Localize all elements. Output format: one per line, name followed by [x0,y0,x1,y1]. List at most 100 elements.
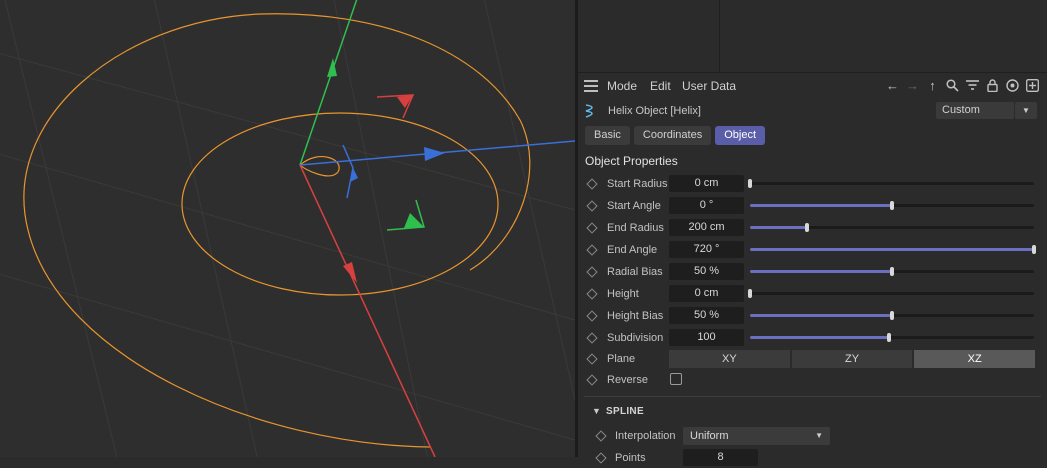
chevron-down-icon[interactable]: ▼ [592,406,601,416]
property-label: Height [607,288,639,300]
menu-edit[interactable]: Edit [650,79,671,93]
helix-middle-loop [181,112,499,296]
keyframe-diamond-icon[interactable] [586,200,598,212]
viewport-3d[interactable] [0,0,575,457]
height-slider[interactable] [748,289,1034,298]
property-points: Points 8 [586,448,1047,468]
plane-segmented-control: XY ZY XZ [669,350,1036,368]
keyframe-diamond-icon[interactable] [586,266,598,278]
keyframe-diamond-icon[interactable] [595,430,607,442]
property-height-bias: Height Bias 50 % [578,306,1047,326]
search-icon[interactable] [944,77,961,94]
add-icon[interactable] [1024,77,1041,94]
end-radius-slider[interactable] [750,223,1034,232]
property-label: Start Angle [607,200,661,212]
interpolation-value: Uniform [690,430,729,442]
property-plane: Plane XY ZY XZ [578,349,1047,369]
radial-bias-field[interactable]: 50 % [669,263,744,280]
keyframe-diamond-icon[interactable] [586,353,598,365]
spline-group-header[interactable]: ▼ SPLINE [592,406,644,417]
end-radius-field[interactable]: 200 cm [669,219,744,236]
spline-header-label: SPLINE [606,406,644,417]
property-label: Plane [607,353,636,365]
property-label: Start Radius [607,178,668,190]
keyframe-diamond-icon[interactable] [586,332,598,344]
keyframe-diamond-icon[interactable] [586,244,598,256]
keyframe-diamond-icon[interactable] [586,222,598,234]
slider-handle[interactable] [748,179,752,188]
z-axis-arrow-icon[interactable] [343,262,357,283]
start-radius-field[interactable]: 0 cm [669,175,744,192]
reverse-checkbox[interactable] [670,373,682,385]
keyframe-diamond-icon[interactable] [586,288,598,300]
subdivision-slider[interactable] [750,333,1034,342]
keyframe-diamond-icon[interactable] [586,310,598,322]
property-radial-bias: Radial Bias 50 % [578,262,1047,282]
plane-option-xz[interactable]: XZ [914,350,1036,368]
property-end-angle: End Angle 720 ° [578,240,1047,260]
filter-icon[interactable] [964,77,981,94]
up-arrow-icon[interactable]: ↑ [924,77,941,94]
tab-object[interactable]: Object [715,126,766,145]
empty-manager-area [578,0,1047,73]
section-title: Object Properties [585,154,678,168]
property-reverse: Reverse [578,370,1047,390]
slider-handle[interactable] [890,267,894,276]
plane-option-xy[interactable]: XY [669,350,790,368]
keyframe-diamond-icon[interactable] [595,452,607,464]
keyframe-diamond-icon[interactable] [586,374,598,386]
height-field[interactable]: 0 cm [669,285,744,302]
height-bias-slider[interactable] [750,311,1034,320]
tab-basic[interactable]: Basic [585,126,630,145]
radial-bias-slider[interactable] [750,267,1034,276]
end-angle-field[interactable]: 720 ° [669,241,744,258]
slider-handle[interactable] [748,289,752,298]
property-label: Radial Bias [607,266,663,278]
points-field[interactable]: 8 [683,449,758,466]
property-height: Height 0 cm [578,284,1047,304]
lock-icon[interactable] [984,77,1001,94]
slider-handle[interactable] [887,333,892,342]
subdivision-field[interactable]: 100 [669,329,744,346]
toolbar-icons: ← → ↑ [884,77,1041,94]
property-label: Points [615,452,646,464]
slider-handle[interactable] [1032,245,1036,254]
x-axis-arrow-icon[interactable] [424,147,445,161]
plane-option-zy[interactable]: ZY [791,350,913,368]
property-label: End Radius [607,222,664,234]
hamburger-menu-icon[interactable] [584,80,598,92]
height-bias-field[interactable]: 50 % [669,307,744,324]
attribute-menubar: Mode Edit User Data ← → ↑ [578,74,1047,98]
tab-coordinates[interactable]: Coordinates [633,126,712,145]
attribute-tabs: Basic Coordinates Object [585,126,766,146]
start-radius-slider[interactable] [748,179,1034,188]
layout-dropdown[interactable]: Custom [936,102,1014,119]
property-end-radius: End Radius 200 cm [578,218,1047,238]
slider-handle[interactable] [890,201,894,210]
floor-grid [0,0,575,457]
slider-handle[interactable] [890,311,894,320]
forward-arrow-icon[interactable]: → [904,77,921,94]
start-angle-slider[interactable] [750,201,1034,210]
target-icon[interactable] [1004,77,1021,94]
property-label: Height Bias [607,310,664,322]
keyframe-diamond-icon[interactable] [586,178,598,190]
end-angle-slider[interactable] [750,245,1036,254]
property-label: Reverse [607,374,648,386]
attribute-manager: Mode Edit User Data ← → ↑ Helix Object [… [578,0,1047,466]
property-label: End Angle [607,244,658,256]
slider-handle[interactable] [804,223,809,232]
property-label: Interpolation [615,430,676,442]
helix-outer-loop [23,13,531,448]
start-angle-field[interactable]: 0 ° [669,197,744,214]
x-rotation-handle-icon[interactable] [342,144,354,199]
chevron-down-icon[interactable]: ▼ [1015,102,1037,119]
menu-mode[interactable]: Mode [607,79,637,93]
property-subdivision: Subdivision 100 [578,328,1047,348]
chevron-down-icon: ▼ [815,431,823,440]
back-arrow-icon[interactable]: ← [884,77,901,94]
menu-user-data[interactable]: User Data [682,79,736,93]
viewport-canvas[interactable] [0,0,575,457]
interpolation-dropdown[interactable]: Uniform ▼ [683,427,830,445]
property-start-radius: Start Radius 0 cm [578,174,1047,194]
